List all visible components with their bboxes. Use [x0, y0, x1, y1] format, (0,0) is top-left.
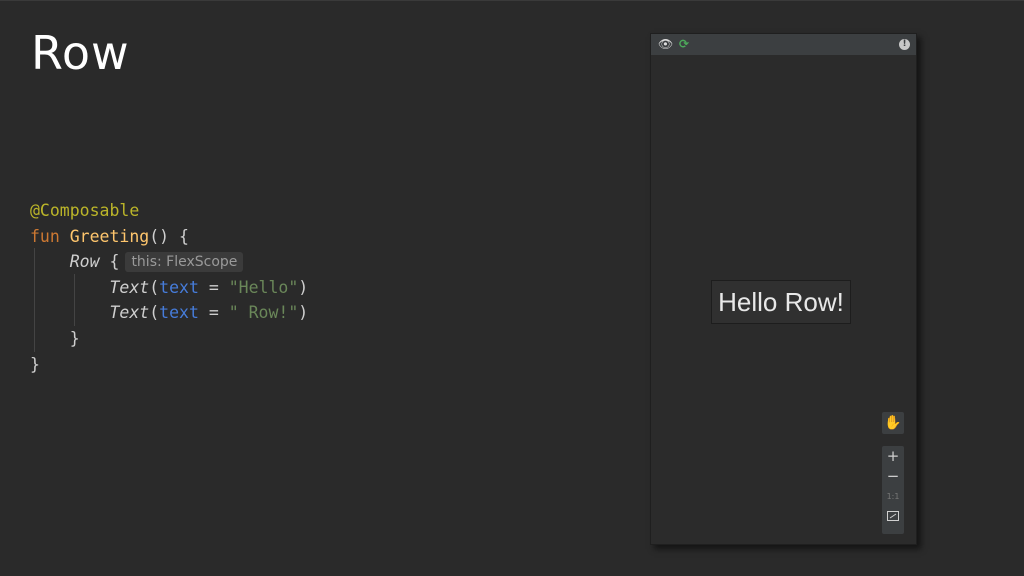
code-line-function: fun Greeting() { [30, 226, 189, 246]
refresh-icon[interactable]: ⟳ [679, 34, 689, 55]
code-line-row: Row {this: FlexScope [30, 249, 308, 275]
code-line-annotation: @Composable [30, 201, 140, 220]
code-line-close-inner: } [69, 328, 80, 348]
code-line-text-row: Text(text = " Row!") [109, 303, 309, 323]
warning-icon[interactable]: ! [899, 39, 910, 50]
preview-toolbar: 👁 ⟳ ! [651, 34, 916, 55]
hand-icon[interactable]: ✋ [882, 412, 904, 434]
parameter-hint: this: FlexScope [125, 252, 244, 273]
preview-rendered-text: Hello Row! [711, 280, 851, 324]
zoom-button-group: + − 1:1 [882, 446, 904, 534]
zoom-actual-size-button[interactable]: 1:1 [882, 487, 904, 507]
zoom-in-button[interactable]: + [882, 446, 904, 466]
fit-screen-icon[interactable] [882, 508, 904, 528]
code-line-text-hello: Text(text = "Hello") [109, 277, 309, 297]
compose-preview-panel: 👁 ⟳ ! Hello Row! ✋ + − 1:1 [650, 33, 917, 545]
zoom-out-button[interactable]: − [882, 466, 904, 486]
code-line-close-outer: } [30, 354, 40, 374]
eye-icon[interactable]: 👁 [658, 34, 673, 55]
code-editor[interactable]: @Composable fun Greeting() { Row {this: … [30, 198, 308, 377]
slide-title: Row [31, 26, 130, 80]
top-divider [0, 0, 1024, 1]
